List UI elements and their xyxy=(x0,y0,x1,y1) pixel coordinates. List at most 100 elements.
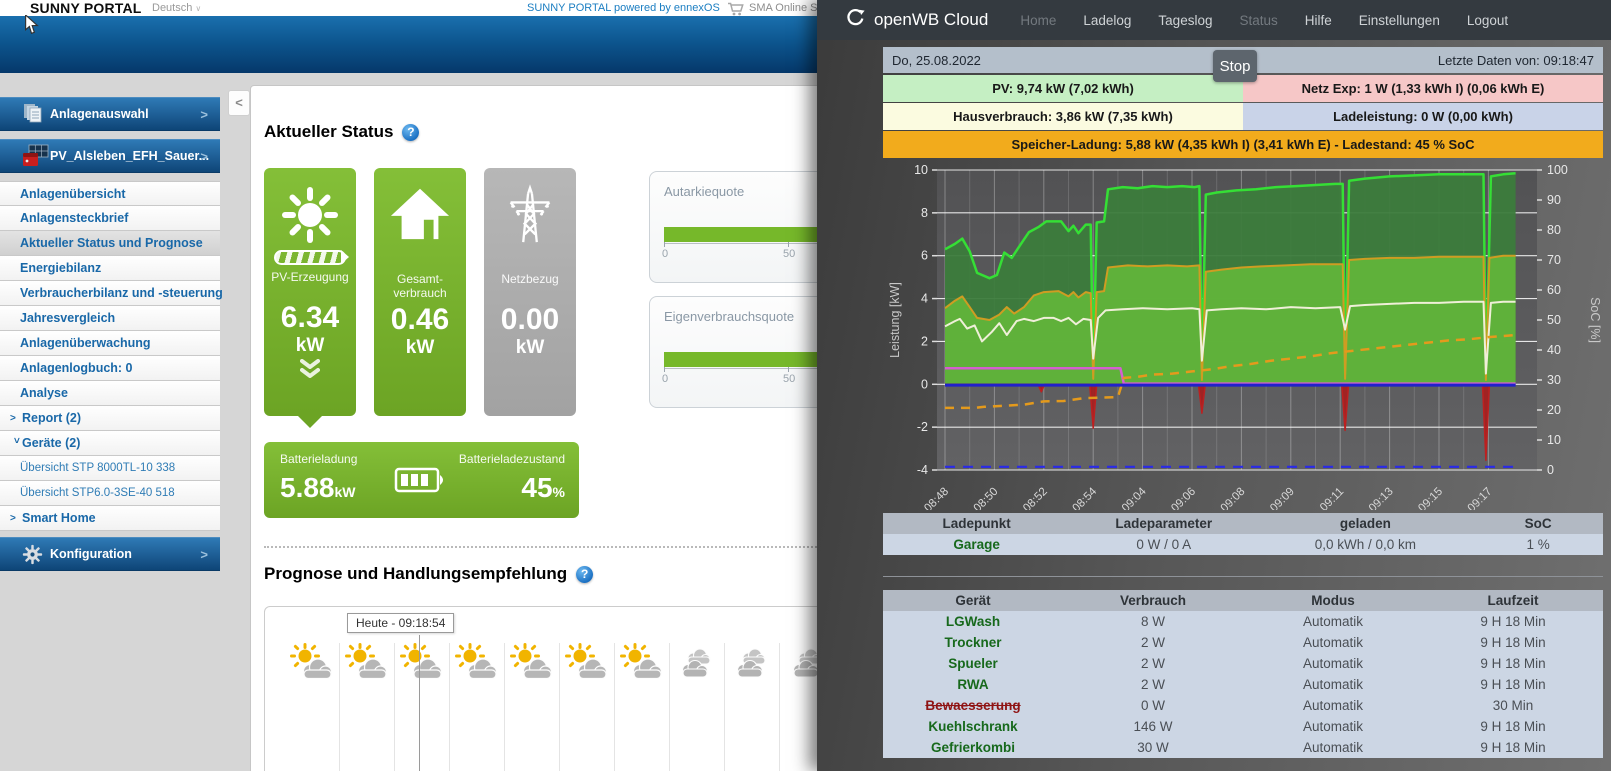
forecast-cell xyxy=(340,643,395,771)
forecast-cell xyxy=(670,643,725,771)
row-name-cell[interactable]: Trockner xyxy=(883,635,1063,650)
sidebar-item-label: Aktueller Status und Prognose xyxy=(20,236,203,250)
column-header: Gerät xyxy=(883,593,1063,608)
openwb-window: openWB Cloud Home Ladelog Tageslog Status Hi… xyxy=(817,0,1611,771)
sidebar-item[interactable]: >Smart Home xyxy=(0,506,220,531)
row-cell: 0,0 kWh / 0,0 km xyxy=(1257,537,1473,552)
power-soc-chart: 1086420-2-4100908070605040302010008:4808… xyxy=(883,162,1603,510)
section-divider xyxy=(264,546,817,548)
battery-soc-value: 45% xyxy=(521,472,565,504)
nav-item-home[interactable]: Home xyxy=(1020,13,1056,28)
sidebar-item[interactable]: Anlagensteckbrief xyxy=(0,206,220,231)
self-consumption-gauge-label: Eigenverbrauchsquote xyxy=(664,309,794,324)
sidebar-item[interactable]: Verbraucherbilanz und -steuerung xyxy=(0,281,220,306)
help-icon[interactable]: ? xyxy=(576,566,593,583)
sidebar-item-konfiguration[interactable]: Konfiguration > xyxy=(0,537,220,571)
mouse-cursor-icon xyxy=(24,15,39,40)
collapse-sidebar-button[interactable]: < xyxy=(228,90,250,116)
forecast-cell xyxy=(285,643,340,771)
sidebar-item[interactable]: Übersicht STP 8000TL-10 338 xyxy=(0,456,220,481)
sma-online-store-link[interactable]: SMA Online Store xyxy=(749,2,817,14)
sidebar-item[interactable]: Anlagenlogbuch: 0 xyxy=(0,356,220,381)
row-cell: 2 W xyxy=(1063,656,1243,671)
sidebar-item[interactable]: >Geräte (2) xyxy=(0,431,220,456)
summary-boxes: PV: 9,74 kW (7,02 kWh)Netz Exp: 1 W (1,3… xyxy=(883,75,1603,159)
row-name-cell[interactable]: Gefrierkombi xyxy=(883,740,1063,755)
svg-text:09:04: 09:04 xyxy=(1120,485,1149,510)
nav-item-logout[interactable]: Logout xyxy=(1467,13,1508,28)
svg-text:09:11: 09:11 xyxy=(1318,486,1346,510)
row-name-cell[interactable]: LGWash xyxy=(883,614,1063,629)
tile-pv-erzeugung: PV-Erzeugung6.34kW xyxy=(264,168,356,416)
row-cell: Automatik xyxy=(1243,677,1423,692)
chevron-down-icon: > xyxy=(11,437,22,449)
self-consumption-gauge: Eigenverbrauchsquote 0 50 xyxy=(649,296,817,408)
row-cell: 0 W xyxy=(1063,698,1243,713)
row-name-cell[interactable]: RWA xyxy=(883,677,1063,692)
row-name-cell[interactable]: Bewaesserung xyxy=(883,698,1063,713)
tile-value: 0.46 xyxy=(374,303,466,337)
sidebar-item-anlagenauswahl[interactable]: Anlagenauswahl > xyxy=(0,97,220,131)
svg-text:08:50: 08:50 xyxy=(972,486,1001,510)
summary-box: Netz Exp: 1 W (1,33 kWh I) (0,06 kWh E) xyxy=(1243,75,1603,102)
sidebar-item-label: Anlagenauswahl xyxy=(50,107,149,121)
nav-item-ladelog[interactable]: Ladelog xyxy=(1083,13,1131,28)
sidebar-item[interactable]: Übersicht STP6.0-3SE-40 518 xyxy=(0,481,220,506)
sidebar-item[interactable]: Analyse xyxy=(0,381,220,406)
svg-text:40: 40 xyxy=(1547,343,1561,357)
table-header-row: LadepunktLadeparametergeladenSoC xyxy=(883,513,1603,534)
forecast-cell xyxy=(615,643,670,771)
refresh-icon xyxy=(845,7,866,33)
stop-button[interactable]: Stop xyxy=(1213,50,1257,82)
svg-text:4: 4 xyxy=(921,292,928,306)
sidebar: Anlagenauswahl>PV_Alsleben_EFH_Sauer...>… xyxy=(0,97,220,571)
sidebar-item[interactable]: Anlagenübersicht xyxy=(0,181,220,206)
summary-box: Ladeleistung: 0 W (0,00 kWh) xyxy=(1243,103,1603,130)
column-header: Laufzeit xyxy=(1423,593,1603,608)
nav-item-einstellungen[interactable]: Einstellungen xyxy=(1359,13,1440,28)
row-cell: 9 H 18 Min xyxy=(1423,719,1603,734)
row-cell: 30 W xyxy=(1063,740,1243,755)
tile-unit: kW xyxy=(374,337,466,359)
row-cell: 8 W xyxy=(1063,614,1243,629)
battery-charge-value: 5.88kW xyxy=(280,472,356,504)
sidebar-item[interactable]: Jahresvergleich xyxy=(0,306,220,331)
chevron-right-icon: > xyxy=(200,107,208,122)
openwb-brand[interactable]: openWB Cloud xyxy=(845,7,988,33)
row-cell: 2 W xyxy=(1063,677,1243,692)
nav-item-tageslog[interactable]: Tageslog xyxy=(1158,13,1212,28)
cloud-icon xyxy=(729,643,775,683)
pv-system-icon xyxy=(22,144,49,168)
sidebar-item-label: PV_Alsleben_EFH_Sauer... xyxy=(50,149,209,163)
sidebar-item-label: Anlagenübersicht xyxy=(20,187,126,201)
cloud-icon xyxy=(674,643,720,683)
nav-item-hilfe[interactable]: Hilfe xyxy=(1305,13,1332,28)
sidebar-item[interactable]: Energiebilanz xyxy=(0,256,220,281)
sidebar-item[interactable]: Aktueller Status und Prognose xyxy=(0,231,220,256)
forecast-cell xyxy=(725,643,780,771)
tile-unit: kW xyxy=(484,337,576,359)
house-icon xyxy=(389,184,451,242)
cloud-icon xyxy=(785,643,818,683)
sidebar-item[interactable]: Anlagenüberwachung xyxy=(0,331,220,356)
column-header: Ladeparameter xyxy=(1070,516,1257,531)
nav-item-status[interactable]: Status xyxy=(1239,13,1277,28)
row-cell: Automatik xyxy=(1243,656,1423,671)
sun-icon xyxy=(279,184,341,246)
svg-text:90: 90 xyxy=(1547,193,1561,207)
sidebar-item-plant[interactable]: PV_Alsleben_EFH_Sauer...> xyxy=(0,139,220,173)
energy-tiles: PV-Erzeugung6.34kWGesamt-verbrauch0.46kW… xyxy=(264,168,576,416)
sidebar-item-label: Konfiguration xyxy=(50,547,132,561)
help-icon[interactable]: ? xyxy=(402,124,419,141)
row-name-cell[interactable]: Garage xyxy=(883,537,1070,552)
sidebar-item[interactable]: >Report (2) xyxy=(0,406,220,431)
chevron-right-icon: > xyxy=(10,413,22,424)
chevron-right-icon: > xyxy=(200,547,208,562)
svg-text:60: 60 xyxy=(1547,283,1561,297)
row-name-cell[interactable]: Kuehlschrank xyxy=(883,719,1063,734)
status-content-card: Aktueller Status ? PV-Erzeugung6.34kWGes… xyxy=(250,85,817,771)
row-name-cell[interactable]: Spueler xyxy=(883,656,1063,671)
language-dropdown[interactable]: Deutsch∨ xyxy=(152,2,201,14)
sunny-portal-window: SUNNY PORTAL Deutsch∨ SUNNY PORTAL power… xyxy=(0,0,817,771)
powered-by-link[interactable]: SUNNY PORTAL powered by ennexOS xyxy=(527,2,720,14)
